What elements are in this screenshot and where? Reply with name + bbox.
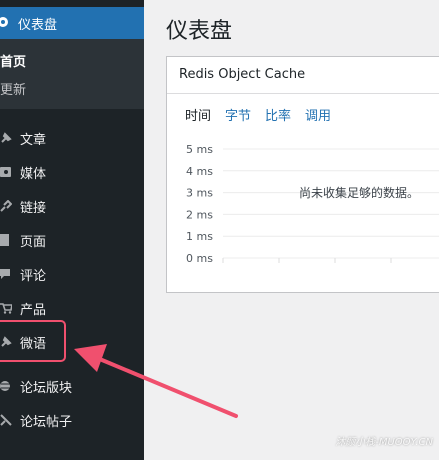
dashboard-submenu: 首页 更新: [0, 39, 144, 109]
highlight-annotation: [0, 320, 66, 362]
pin-icon: [1, 132, 12, 143]
sidebar-item-label: 评论: [20, 269, 47, 284]
comment-icon: [0, 269, 10, 279]
sidebar-item-posts[interactable]: 文章: [0, 123, 144, 153]
tools-icon: [0, 414, 12, 426]
sidebar-item-dashboard[interactable]: 仪表盘: [0, 7, 144, 39]
y-tick-label: 4 ms: [186, 165, 213, 178]
media-icon: [0, 167, 11, 177]
link-icon: [0, 200, 12, 212]
dashboard-icon: [0, 17, 8, 27]
sidebar-item-pages[interactable]: 页面: [0, 225, 144, 255]
cart-icon: [0, 303, 12, 314]
y-tick-label: 1 ms: [186, 230, 213, 243]
page-icon: [0, 234, 9, 246]
page-title: 仪表盘: [166, 19, 233, 44]
sidebar-item-label: 链接: [20, 201, 47, 216]
forum-icon: [0, 381, 10, 391]
submenu-item-updates[interactable]: 更新: [0, 79, 26, 98]
no-data-message: 尚未收集足够的数据。: [299, 185, 419, 200]
redis-cache-widget: Redis Object Cache 时间 字节 比率 调用 5 ms 4 ms 3…: [166, 56, 439, 293]
sidebar-item-label: 论坛帖子: [20, 415, 73, 430]
watermark-text: 沐颜小栈-MUOOY.CN: [335, 437, 433, 448]
sidebar-item-forums[interactable]: 论坛版块: [0, 371, 144, 401]
sidebar-item-products[interactable]: 产品: [0, 293, 144, 323]
sidebar-item-label: 产品: [20, 303, 47, 318]
sidebar-item-links[interactable]: 链接: [0, 191, 144, 221]
y-tick-label: 3 ms: [186, 187, 213, 200]
sidebar-item-media[interactable]: 媒体: [0, 157, 144, 187]
sidebar-item-label: 页面: [20, 235, 47, 250]
sidebar-item-label: 仪表盘: [18, 18, 58, 33]
admin-sidebar: 仪表盘 首页 更新 文章 媒体 链接 页面 评论 产品 微语 论坛版块 论坛帖子: [0, 0, 144, 460]
sidebar-item-label: 媒体: [20, 167, 47, 182]
y-tick-label: 2 ms: [186, 208, 213, 221]
sidebar-item-topics[interactable]: 论坛帖子: [0, 405, 144, 435]
y-tick-label: 5 ms: [186, 143, 213, 156]
sidebar-item-label: 文章: [20, 133, 47, 148]
y-tick-label: 0 ms: [186, 252, 213, 265]
cache-time-chart: 5 ms 4 ms 3 ms 2 ms 1 ms 0 ms 尚未收集足够的数据。: [186, 143, 439, 265]
sidebar-item-label: 论坛版块: [20, 381, 73, 396]
sidebar-item-comments[interactable]: 评论: [0, 259, 144, 289]
submenu-item-home[interactable]: 首页: [0, 51, 26, 70]
